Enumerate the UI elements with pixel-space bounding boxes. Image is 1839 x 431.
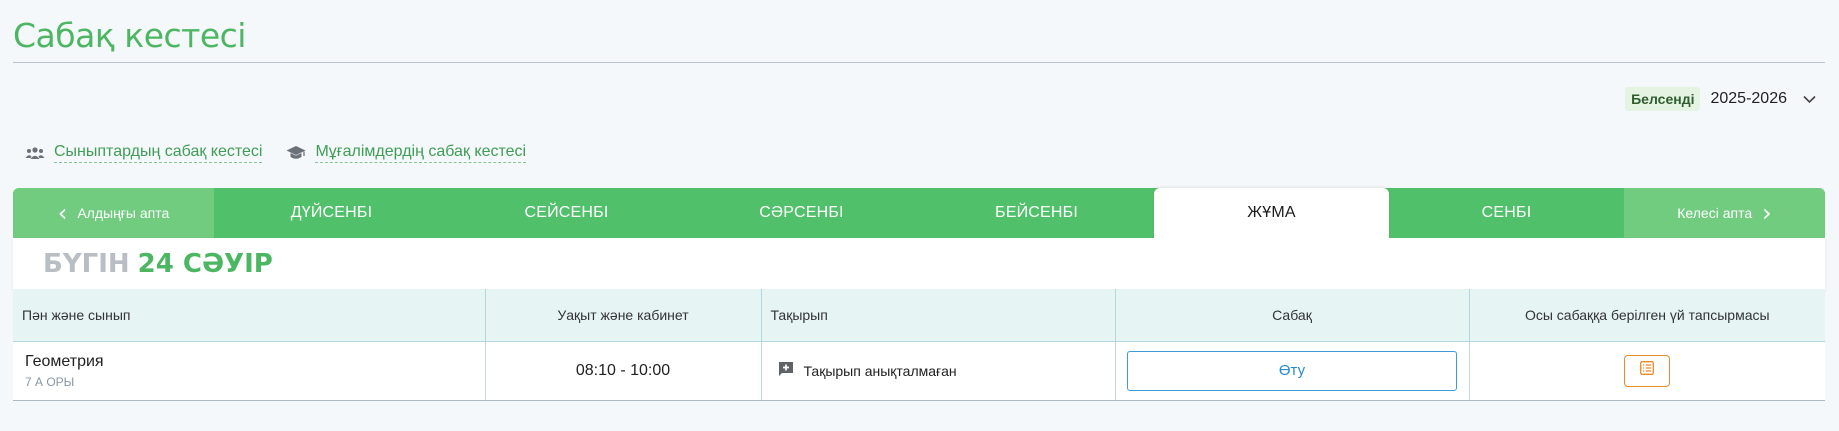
add-topic-icon[interactable] <box>778 361 794 380</box>
topic-cell: Тақырып анықталмаған <box>761 341 1116 401</box>
today-date: 24 СӘУІР <box>137 248 273 279</box>
tab-wednesday[interactable]: СӘРСЕНБІ <box>684 188 919 238</box>
tab-saturday[interactable]: СЕНБІ <box>1389 188 1624 238</box>
graduation-cap-icon <box>286 145 306 161</box>
previous-week-label: Алдыңғы апта <box>77 205 170 221</box>
next-week-button[interactable]: Келесі апта › <box>1624 188 1825 238</box>
chevron-left-icon: ‹ <box>57 199 68 227</box>
header-subject: Пән және сынып <box>13 289 486 342</box>
next-week-label: Келесі апта <box>1677 205 1753 221</box>
tab-thursday[interactable]: БЕЙСЕНБІ <box>919 188 1154 238</box>
today-date-panel: БҮГІН 24 СӘУІР <box>13 238 1825 289</box>
people-icon <box>25 146 45 160</box>
header-topic: Тақырып <box>761 289 1116 342</box>
active-badge: Белсенді <box>1625 87 1701 111</box>
homework-button[interactable] <box>1624 354 1671 387</box>
year-selector[interactable]: Белсенді 2025-2026 <box>1625 86 1816 112</box>
table-row: Геометрия 7 А ОРЫ 08:10 - 10:00 Тақырып … <box>13 341 1825 401</box>
topic-text: Тақырып анықталмаған <box>803 362 957 379</box>
today-label: БҮГІН <box>43 248 130 279</box>
homework-cell <box>1469 341 1825 401</box>
previous-week-button[interactable]: ‹ Алдыңғы апта <box>13 188 214 238</box>
tab-friday[interactable]: ЖҰМА <box>1154 188 1389 238</box>
chevron-right-icon: › <box>1762 199 1772 227</box>
week-days-nav: ‹ Алдыңғы апта ДҮЙСЕНБІ СЕЙСЕНБІ СӘРСЕНБ… <box>13 188 1825 238</box>
teacher-schedule-link[interactable]: Мұғалімдердің сабақ кестесі <box>286 143 527 163</box>
page-title: Сабақ кестесі <box>13 16 246 55</box>
class-schedule-link-label: Сыныптардың сабақ кестесі <box>54 143 263 163</box>
year-value: 2025-2026 <box>1710 90 1787 107</box>
header-lesson: Сабақ <box>1115 289 1470 342</box>
time-cell: 08:10 - 10:00 <box>485 341 762 401</box>
go-to-lesson-button[interactable]: Өту <box>1127 350 1457 391</box>
schedule-links: Сыныптардың сабақ кестесі Мұғалімдердің … <box>25 143 527 163</box>
header-time: Уақыт және кабинет <box>485 289 762 342</box>
teacher-schedule-link-label: Мұғалімдердің сабақ кестесі <box>315 143 527 163</box>
schedule-table: Пән және сынып Уақыт және кабинет Тақыры… <box>13 289 1825 401</box>
class-schedule-link[interactable]: Сыныптардың сабақ кестесі <box>25 143 263 163</box>
subject-cell: Геометрия 7 А ОРЫ <box>13 341 486 401</box>
tab-monday[interactable]: ДҮЙСЕНБІ <box>214 188 449 238</box>
header-homework: Осы сабаққа берілген үй тапсырмасы <box>1469 289 1825 342</box>
title-divider <box>13 62 1825 63</box>
lesson-cell: Өту <box>1115 341 1470 401</box>
class-name: 7 А ОРЫ <box>25 374 75 389</box>
subject-name: Геометрия <box>25 352 104 370</box>
table-header-row: Пән және сынып Уақыт және кабинет Тақыры… <box>13 289 1825 342</box>
chevron-down-icon[interactable] <box>1803 91 1816 107</box>
list-icon <box>1640 361 1655 380</box>
tab-tuesday[interactable]: СЕЙСЕНБІ <box>449 188 684 238</box>
